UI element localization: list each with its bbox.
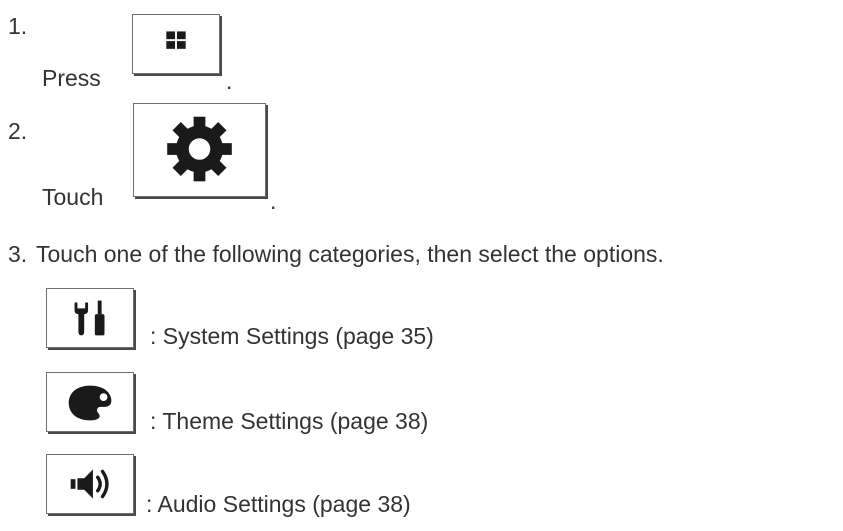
theme-settings-button-image — [46, 372, 134, 432]
tools-icon — [74, 300, 105, 336]
system-settings-label: : System Settings (page 35) — [150, 323, 434, 349]
audio-settings-button-image — [46, 454, 134, 514]
palette-icon — [68, 385, 112, 421]
step-3-text: Touch one of the following categories, t… — [36, 241, 664, 267]
home-grid-icon — [166, 31, 186, 49]
speaker-icon — [70, 469, 109, 499]
step-1-text: Press — [42, 65, 101, 91]
step-1-period: . — [226, 68, 233, 94]
audio-settings-label: : Audio Settings (page 38) — [146, 491, 411, 517]
home-button-image — [132, 14, 220, 74]
theme-settings-label: : Theme Settings (page 38) — [150, 408, 429, 434]
system-settings-button-image — [46, 288, 134, 348]
step-2-text: Touch — [42, 184, 104, 210]
settings-button-image — [133, 103, 266, 197]
step-2-number: 2. — [8, 118, 28, 144]
step-2-period: . — [270, 188, 277, 214]
step-3-number: 3. — [8, 241, 28, 267]
gear-icon — [167, 116, 232, 182]
step-1-number: 1. — [8, 13, 28, 39]
